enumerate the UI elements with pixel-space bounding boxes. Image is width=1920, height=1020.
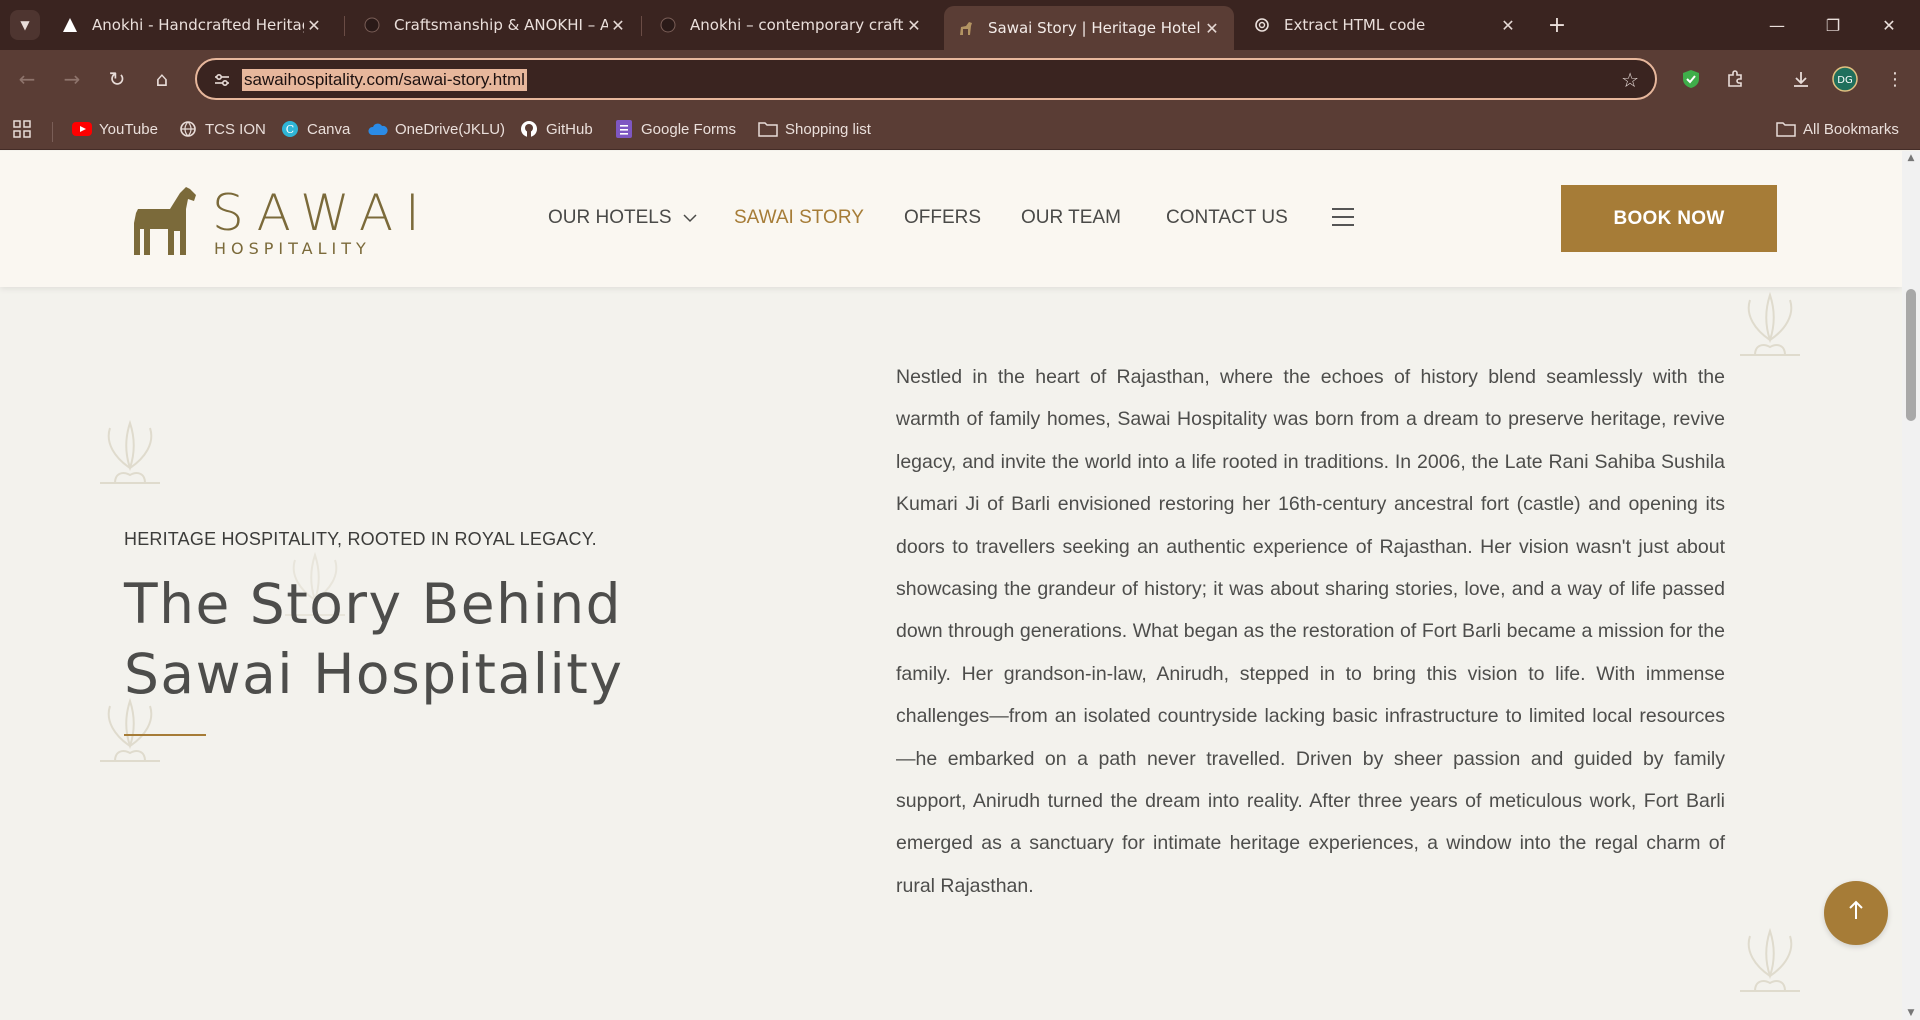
folder-icon	[758, 120, 778, 138]
browser-tab[interactable]: Anokhi – contemporary crafted ✕	[646, 6, 936, 44]
new-tab-button[interactable]: +	[1544, 12, 1570, 38]
close-tab-icon[interactable]: ✕	[608, 16, 628, 35]
tcs-icon	[178, 120, 198, 138]
bookmarks-bar: YouTube TCS ION C Canva OneDrive(JKLU) G…	[0, 108, 1920, 150]
tab-divider	[641, 16, 642, 36]
bookmark-tcs-ion[interactable]: TCS ION	[178, 118, 266, 140]
close-tab-icon[interactable]: ✕	[1202, 19, 1222, 38]
back-arrow-icon[interactable]: ←	[12, 64, 42, 94]
close-tab-icon[interactable]: ✕	[904, 16, 924, 35]
close-tab-icon[interactable]: ✕	[304, 16, 324, 35]
bookmark-divider	[52, 122, 53, 142]
canva-icon: C	[280, 120, 300, 138]
svg-text:C: C	[286, 123, 294, 136]
google-forms-icon	[614, 120, 634, 138]
browser-toolbar: ← → ↻ ⌂ sawaihospitality.com/sawai-story…	[0, 50, 1920, 108]
forward-arrow-icon[interactable]: →	[57, 64, 87, 94]
scrollbar-thumb[interactable]	[1906, 289, 1916, 421]
shield-extension-icon[interactable]	[1676, 64, 1706, 94]
section-eyebrow: HERITAGE HOSPITALITY, ROOTED IN ROYAL LE…	[124, 529, 597, 549]
nav-our-hotels[interactable]: OUR HOTELS	[548, 207, 697, 229]
onedrive-icon	[368, 120, 388, 138]
youtube-icon	[72, 120, 92, 138]
home-icon[interactable]: ⌂	[147, 64, 177, 94]
bookmark-google-forms[interactable]: Google Forms	[614, 118, 736, 140]
nav-contact-us[interactable]: CONTACT US	[1166, 207, 1288, 229]
page-title: The Story Behind Sawai Hospitality	[124, 572, 624, 706]
heading-underline	[124, 734, 206, 736]
arrow-up-icon	[1847, 899, 1865, 927]
scroll-up-arrow-icon[interactable]: ▲	[1906, 153, 1916, 163]
bookmark-star-icon[interactable]: ☆	[1621, 68, 1639, 92]
browser-tab-active[interactable]: Sawai Story | Heritage Hotel in I ✕	[944, 6, 1234, 50]
browser-tab[interactable]: Extract HTML code ✕	[1240, 6, 1530, 44]
chevron-down-icon	[683, 207, 697, 229]
minimize-icon[interactable]: —	[1762, 10, 1792, 40]
chatgpt-icon	[1252, 15, 1272, 35]
download-icon[interactable]	[1786, 64, 1816, 94]
apps-grid-icon[interactable]	[12, 118, 32, 140]
browser-tab[interactable]: Anokhi - Handcrafted Heritage, ✕	[48, 6, 336, 44]
browser-tab-bar: ▼ Anokhi - Handcrafted Heritage, ✕ Craft…	[0, 0, 1920, 50]
damask-motif-icon	[100, 419, 160, 484]
all-bookmarks[interactable]: All Bookmarks	[1776, 118, 1899, 140]
damask-motif-icon	[1740, 927, 1800, 992]
chevron-down-icon: ▼	[20, 18, 30, 32]
tab-search-button[interactable]: ▼	[10, 10, 40, 40]
anokhi-icon	[60, 15, 80, 35]
nav-our-team[interactable]: OUR TEAM	[1021, 207, 1121, 229]
extensions-puzzle-icon[interactable]	[1720, 64, 1750, 94]
page-scrollbar[interactable]: ▲ ▼	[1902, 151, 1920, 1020]
reload-icon[interactable]: ↻	[102, 64, 132, 94]
restore-icon[interactable]: ❐	[1818, 10, 1848, 40]
book-now-button[interactable]: BOOK NOW	[1561, 185, 1777, 252]
site-logo[interactable]: SAWAI HOSPITALITY	[130, 183, 420, 263]
hamburger-menu-icon[interactable]	[1332, 208, 1354, 226]
browser-tab[interactable]: Craftsmanship & ANOKHI – An ✕	[350, 6, 640, 44]
sawai-horse-icon	[956, 18, 976, 38]
folder-icon	[1776, 120, 1796, 138]
url-text[interactable]: sawaihospitality.com/sawai-story.html	[242, 69, 527, 91]
horse-logo-icon	[134, 187, 196, 255]
profile-avatar[interactable]: DG	[1830, 64, 1860, 94]
site-header: SAWAI HOSPITALITY OUR HOTELS SAWAI STORY…	[0, 151, 1902, 287]
web-page: SAWAI HOSPITALITY OUR HOTELS SAWAI STORY…	[0, 151, 1902, 1020]
tab-divider	[344, 16, 345, 36]
back-to-top-button[interactable]	[1824, 881, 1888, 945]
bookmark-onedrive[interactable]: OneDrive(JKLU)	[368, 118, 505, 140]
nav-offers[interactable]: OFFERS	[904, 207, 981, 229]
anokhi-icon	[658, 15, 678, 35]
close-window-icon[interactable]: ✕	[1874, 10, 1904, 40]
github-icon	[519, 120, 539, 138]
bookmark-youtube[interactable]: YouTube	[72, 118, 158, 140]
bookmark-canva[interactable]: C Canva	[280, 118, 350, 140]
damask-motif-icon	[1740, 291, 1800, 356]
more-menu-icon[interactable]: ⋮	[1880, 64, 1910, 94]
logo-subtitle: HOSPITALITY	[214, 239, 371, 258]
nav-sawai-story[interactable]: SAWAI STORY	[734, 207, 864, 229]
bookmark-github[interactable]: GitHub	[519, 118, 593, 140]
svg-text:DG: DG	[1837, 75, 1852, 86]
logo-wordmark: SAWAI	[212, 184, 432, 242]
story-paragraph: Nestled in the heart of Rajasthan, where…	[896, 366, 1725, 897]
site-info-icon[interactable]	[211, 69, 233, 91]
bookmark-shopping-list[interactable]: Shopping list	[758, 118, 871, 140]
address-bar[interactable]: sawaihospitality.com/sawai-story.html ☆	[195, 58, 1657, 100]
anokhi-icon	[362, 15, 382, 35]
close-tab-icon[interactable]: ✕	[1498, 16, 1518, 35]
scroll-down-arrow-icon[interactable]: ▼	[1906, 1008, 1916, 1018]
